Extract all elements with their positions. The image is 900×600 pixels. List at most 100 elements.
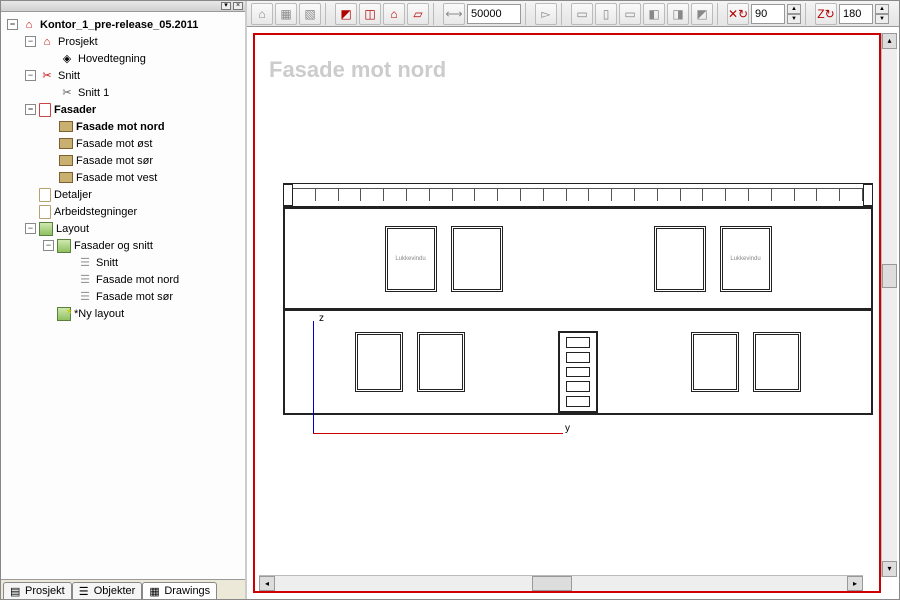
tab-label: Objekter — [94, 585, 136, 597]
tree-node-detaljer[interactable]: Detaljer — [3, 186, 243, 203]
tree-label: Detaljer — [54, 189, 92, 201]
tree-label: Prosjekt — [58, 36, 98, 48]
main-area: ⌂ ▦ ▧ ◩ ◫ ⌂ ▱ ⟷ ▻ ▭ ▯ ▭ ◧ ◨ ◩ ✕↻ ▲▼ Z↻ ▲… — [247, 1, 899, 599]
collapse-icon[interactable]: − — [25, 36, 36, 47]
scale-input[interactable] — [467, 4, 521, 24]
tab-icon: ☰ — [79, 585, 91, 597]
toolbar-separator — [433, 3, 439, 25]
toolbar-grid-button[interactable]: ▧ — [299, 3, 321, 25]
scroll-up-button[interactable]: ▴ — [882, 33, 897, 49]
scroll-track[interactable] — [275, 576, 847, 591]
toolbar-wireframe-button[interactable]: ▱ — [407, 3, 429, 25]
tree-leaf-hovedtegning[interactable]: ◈ Hovedtegning — [3, 50, 243, 67]
window: Lukkevindu — [720, 226, 772, 292]
panel-close-button[interactable]: × — [233, 2, 243, 10]
tree-label: Fasader — [54, 104, 96, 116]
scroll-right-button[interactable]: ▸ — [847, 576, 863, 591]
tree-label: Fasade mot sør — [76, 155, 153, 167]
toolbar-view-top[interactable]: ▭ — [619, 3, 641, 25]
tab-prosjekt[interactable]: ▤ Prosjekt — [3, 582, 72, 599]
tab-icon: ▤ — [10, 585, 22, 597]
z-axis-label: z — [319, 313, 324, 324]
panel-header: ▾ × — [1, 1, 245, 12]
new-layout-icon — [57, 307, 71, 321]
toolbar-view-iso3[interactable]: ◩ — [691, 3, 713, 25]
tree-node-fasader-snitt[interactable]: − Fasader og snitt — [3, 237, 243, 254]
tree-leaf-layout-sor[interactable]: ☰ Fasade mot sør — [3, 288, 243, 305]
roof — [283, 183, 873, 207]
building-icon — [59, 172, 73, 183]
toolbar-house3d-button[interactable]: ⌂ — [383, 3, 405, 25]
tab-icon: ▦ — [149, 585, 161, 597]
toolbar-view-front[interactable]: ▭ — [571, 3, 593, 25]
toolbar-view-button[interactable]: ▦ — [275, 3, 297, 25]
toolbar-play-button[interactable]: ▻ — [535, 3, 557, 25]
collapse-icon[interactable]: − — [43, 240, 54, 251]
angle1-input[interactable] — [751, 4, 785, 24]
tree-node-prosjekt[interactable]: − ⌂ Prosjekt — [3, 33, 243, 50]
tree-node-snitt[interactable]: − ✂ Snitt — [3, 67, 243, 84]
tab-label: Drawings — [164, 585, 210, 597]
scroll-track[interactable] — [882, 49, 897, 561]
toolbar-home-button[interactable]: ⌂ — [251, 3, 273, 25]
tree-leaf-layout-snitt[interactable]: ☰ Snitt — [3, 254, 243, 271]
section-icon: ✂ — [39, 68, 55, 84]
layout-item-icon: ☰ — [77, 255, 93, 271]
tree-leaf-ny-layout[interactable]: *Ny layout — [3, 305, 243, 322]
window — [355, 332, 403, 392]
scroll-left-button[interactable]: ◂ — [259, 576, 275, 591]
angle1-spinner[interactable]: ▲▼ — [787, 4, 801, 24]
collapse-icon[interactable]: − — [25, 223, 36, 234]
tree-label: Kontor_1_pre-release_05.2011 — [40, 19, 198, 31]
tree-leaf-fasade-vest[interactable]: Fasade mot vest — [3, 169, 243, 186]
tree-root[interactable]: − ⌂ Kontor_1_pre-release_05.2011 — [3, 16, 243, 33]
upper-floor: Lukkevindu Lukkevindu — [283, 207, 873, 311]
panel-pin-button[interactable]: ▾ — [221, 2, 231, 10]
tree-node-layout[interactable]: − Layout — [3, 220, 243, 237]
tab-objekter[interactable]: ☰ Objekter — [72, 582, 143, 599]
angle2-input[interactable] — [839, 4, 873, 24]
building-icon — [59, 155, 73, 166]
tree-label: Fasade mot nord — [96, 274, 179, 286]
angle2-spinner[interactable]: ▲▼ — [875, 4, 889, 24]
vertical-scrollbar[interactable]: ▴ ▾ — [881, 33, 897, 577]
folder-icon — [39, 205, 51, 219]
house-icon: ⌂ — [39, 34, 55, 50]
tree-leaf-layout-nord[interactable]: ☰ Fasade mot nord — [3, 271, 243, 288]
drawing-canvas[interactable]: Fasade mot nord Lukkevindu Lukkevindu — [253, 33, 881, 593]
collapse-icon[interactable]: − — [25, 104, 36, 115]
scroll-thumb[interactable] — [882, 264, 897, 288]
panel-tabs: ▤ Prosjekt ☰ Objekter ▦ Drawings — [1, 579, 245, 599]
facade-folder-icon — [39, 103, 51, 117]
collapse-icon[interactable]: − — [25, 70, 36, 81]
toolbar-3d-button[interactable]: ◩ — [335, 3, 357, 25]
tab-drawings[interactable]: ▦ Drawings — [142, 582, 217, 599]
toolbar-view-iso1[interactable]: ◧ — [643, 3, 665, 25]
horizontal-scrollbar[interactable]: ◂ ▸ — [259, 575, 863, 591]
toolbar-measure-button[interactable]: ⟷ — [443, 3, 465, 25]
toolbar-rotate-x-button[interactable]: ✕↻ — [727, 3, 749, 25]
tree-label: Fasade mot vest — [76, 172, 157, 184]
tree-node-fasader[interactable]: − Fasader — [3, 101, 243, 118]
project-tree[interactable]: − ⌂ Kontor_1_pre-release_05.2011 − ⌂ Pro… — [1, 12, 245, 579]
toolbar-view-iso2[interactable]: ◨ — [667, 3, 689, 25]
collapse-icon[interactable]: − — [7, 19, 18, 30]
project-icon: ⌂ — [21, 17, 37, 33]
toolbar-view-side[interactable]: ▯ — [595, 3, 617, 25]
toolbar-rotate-z-button[interactable]: Z↻ — [815, 3, 837, 25]
y-axis-label: y — [565, 423, 570, 434]
tree-node-arbeidstegninger[interactable]: Arbeidstegninger — [3, 203, 243, 220]
tree-leaf-fasade-ost[interactable]: Fasade mot øst — [3, 135, 243, 152]
window — [417, 332, 465, 392]
tree-leaf-snitt1[interactable]: ✂ Snitt 1 — [3, 84, 243, 101]
y-axis — [313, 433, 563, 434]
facade-drawing: Lukkevindu Lukkevindu — [283, 183, 873, 415]
tree-leaf-fasade-sor[interactable]: Fasade mot sør — [3, 152, 243, 169]
scroll-down-button[interactable]: ▾ — [882, 561, 897, 577]
toolbar-cube-button[interactable]: ◫ — [359, 3, 381, 25]
window — [654, 226, 706, 292]
tree-label: Hovedtegning — [78, 53, 146, 65]
tree-leaf-fasade-nord[interactable]: Fasade mot nord — [3, 118, 243, 135]
tree-label: Fasade mot nord — [76, 121, 165, 133]
scroll-thumb[interactable] — [532, 576, 572, 591]
